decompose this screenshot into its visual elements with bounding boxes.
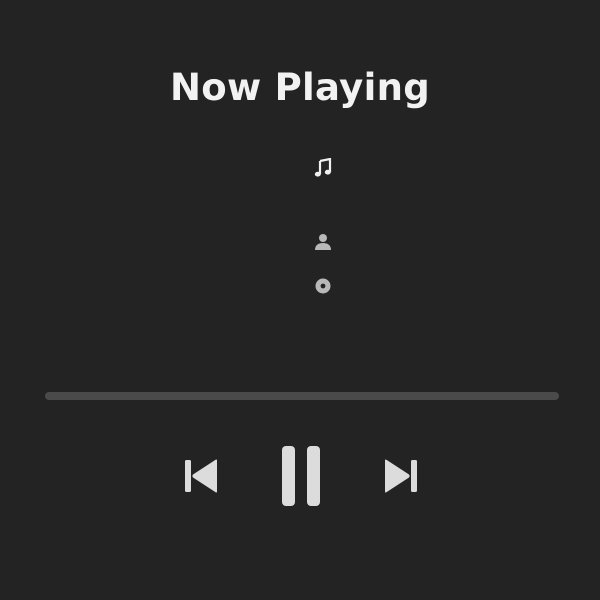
page-title: Now Playing [169, 66, 430, 109]
skip-next-icon [382, 458, 420, 494]
person-icon [313, 232, 333, 252]
progress-bar[interactable] [45, 392, 559, 400]
music-note-icon [313, 158, 333, 178]
disc-icon [313, 276, 333, 296]
play-pause-button[interactable] [278, 444, 324, 508]
next-button[interactable] [380, 456, 422, 496]
now-playing-screen: Now Playing [0, 0, 600, 600]
previous-button[interactable] [180, 456, 222, 496]
skip-previous-icon [182, 458, 220, 494]
pause-icon [280, 445, 322, 507]
